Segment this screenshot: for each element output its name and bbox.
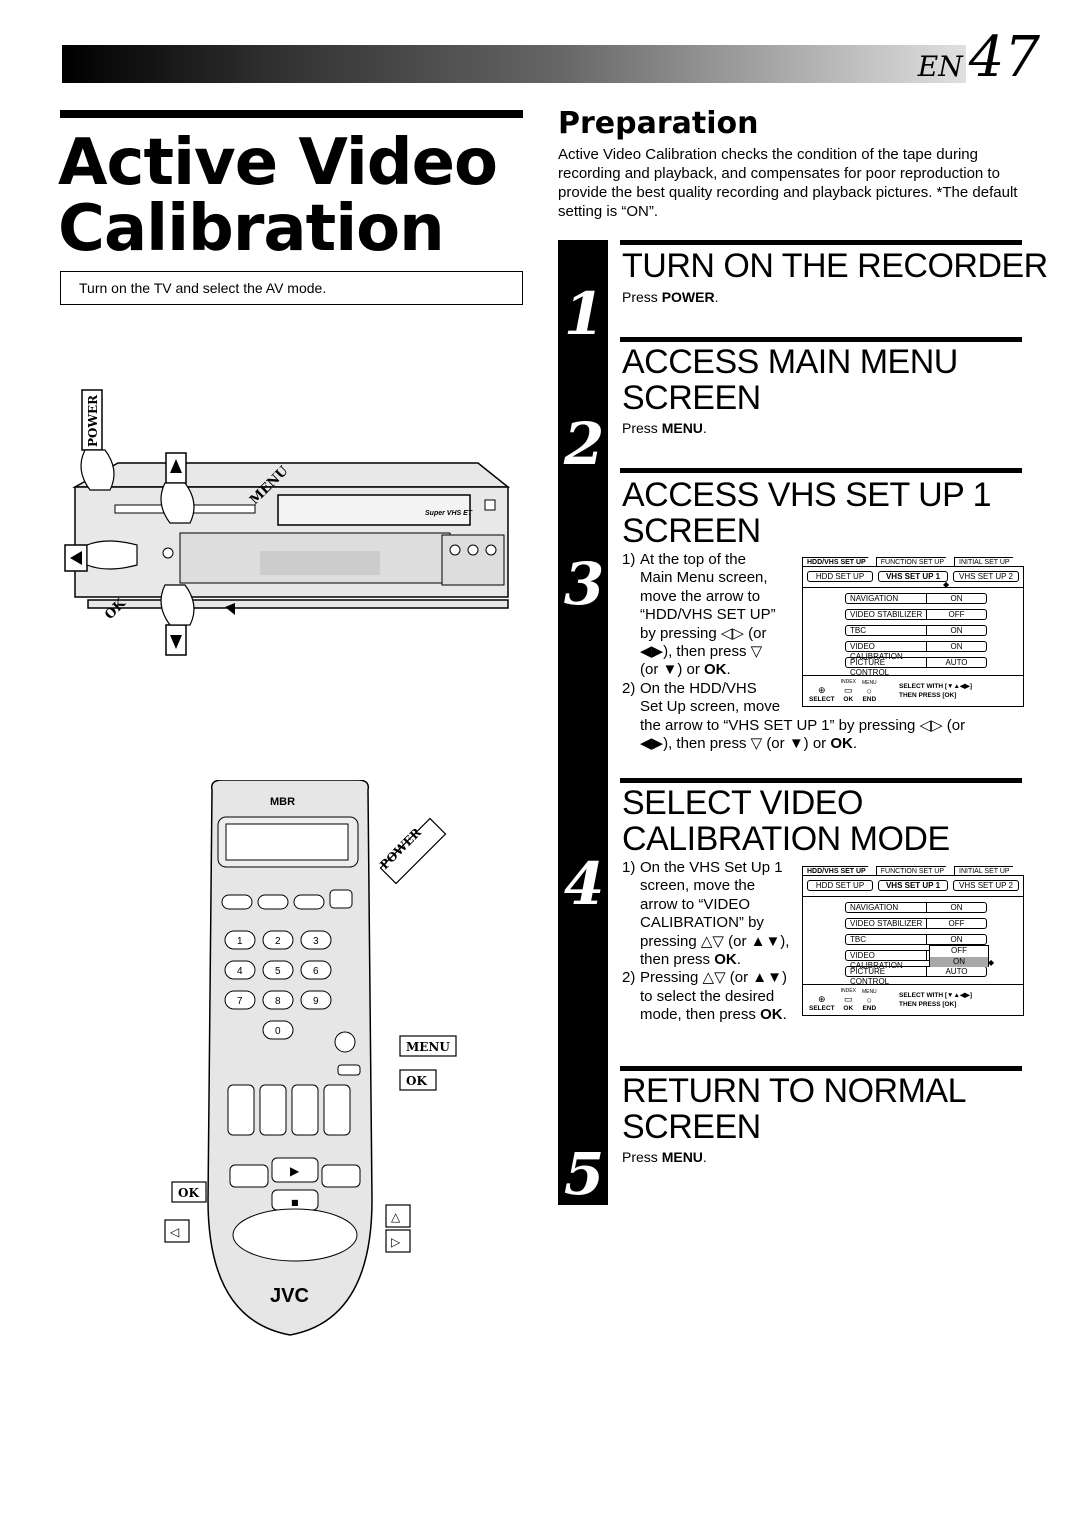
step-4-rule	[620, 778, 1022, 783]
hand-power-icon	[80, 449, 115, 491]
osd-row: VIDEO STABILIZER OFF	[845, 609, 987, 620]
remote-power-button	[329, 889, 353, 909]
osd-row: VIDEO STABILIZER OFF	[845, 918, 987, 929]
keypad-label-2: 2	[275, 936, 281, 947]
step-5-instruction: Press MENU.	[622, 1149, 707, 1165]
step-number-bar	[558, 240, 608, 1205]
step-5-heading: RETURN TO NORMAL SCREEN	[622, 1072, 967, 1146]
step-2-heading: ACCESS MAIN MENU SCREEN	[622, 343, 958, 417]
step-4-list: 1) On the VHS Set Up 1 screen, move the ar…	[622, 859, 789, 1025]
jack-video	[449, 544, 461, 556]
menu-key-icon: ○	[866, 686, 873, 696]
remote-dpad	[232, 1208, 358, 1262]
page-number-value: 47	[968, 25, 1040, 90]
remote-lcd	[225, 823, 349, 861]
menu-key-label: MENU	[661, 420, 703, 436]
model-label: Super VHS ET	[425, 510, 473, 517]
osd-screen-video-calibration: HDD/VHS SET UP FUNCTION SET UP INITIAL S…	[802, 866, 1024, 1016]
osd-row: PICTURE CONTROL AUTO	[845, 657, 987, 677]
step-number-4: 4	[563, 850, 605, 918]
step-1-rule	[620, 240, 1022, 245]
remote-illustration: MBR 1 2 34 5 67 8 90 ▶ ■ JVC POWER MENU OK OK …	[164, 780, 457, 1336]
remote-ok-top-button	[337, 1064, 361, 1076]
osd-option-popup: OFF ON	[929, 945, 989, 967]
title-rule	[60, 110, 523, 118]
step-number-5: 5	[563, 1140, 605, 1208]
preparation-body: Active Video Calibration checks the cond…	[558, 146, 1018, 220]
dpad-icon: ⊕	[818, 685, 826, 695]
step-4-heading: SELECT VIDEO CALIBRATION MODE	[622, 784, 950, 858]
step-number-3: 3	[563, 550, 605, 618]
keypad-label-1: 1	[237, 936, 243, 947]
display-window	[260, 551, 380, 575]
osd-row: NAVIGATION ON	[845, 593, 987, 604]
osd-row: VIDEO CALIBRATIONON	[845, 641, 987, 661]
header-gradient-band	[62, 45, 966, 83]
av-input-panel	[441, 534, 505, 586]
page-number: EN 47	[918, 30, 1040, 86]
remote-ok-callout: OK	[406, 1074, 427, 1088]
osd-row: TBC ON	[845, 934, 987, 945]
step-3-heading: ACCESS VHS SET UP 1 SCREEN	[622, 476, 992, 550]
menu-key-label: MENU	[661, 1149, 703, 1165]
remote-menu-callout: MENU	[406, 1040, 450, 1054]
keypad-label-5: 5	[275, 966, 281, 977]
preparation-heading: Preparation	[558, 106, 759, 141]
remote-brand: JVC	[270, 1285, 309, 1307]
power-key-label: POWER	[661, 289, 715, 305]
step-3-rule	[620, 468, 1022, 473]
hand-up-icon	[160, 482, 195, 524]
jack-audio-r	[485, 544, 497, 556]
step-4-item-1: 1) On the VHS Set Up 1 screen, move the ar…	[622, 859, 790, 969]
title-line-2: Calibration	[58, 192, 445, 266]
osd-cursor-icon: ◆	[988, 958, 995, 967]
jack-audio-l	[467, 544, 479, 556]
keypad-label-7: 7	[237, 996, 243, 1007]
step-4-item-2: 2) Pressing △▽ (or ▲▼) to select the desi…	[622, 969, 787, 1024]
recorder-illustration: Super VHS ET POWER MENU OK	[64, 389, 511, 656]
step-2-instruction: Press MENU.	[622, 420, 707, 436]
page-title: Active Video Calibration	[58, 130, 528, 262]
osd-row: PICTURE CONTROL AUTO	[845, 966, 987, 986]
play-icon: ▶	[290, 1164, 300, 1178]
recorder-top	[72, 462, 511, 488]
osd-subtab-vhs1: VHS SET UP 1	[878, 571, 948, 582]
osd-screen-vhs-setup: HDD/VHS SET UP FUNCTION SET UP INITIAL S…	[802, 557, 1024, 707]
osd-row: NAVIGATION ON	[845, 902, 987, 913]
remote-menu-button	[334, 1031, 356, 1053]
step-1-instruction: Press POWER.	[622, 289, 719, 305]
remote-ok-left-callout: OK	[178, 1186, 199, 1200]
hand-down-icon	[160, 584, 195, 626]
step-number-1: 1	[563, 280, 605, 348]
ok-button	[162, 547, 174, 559]
osd-option-on-selected: ON	[930, 956, 988, 967]
ok-key-icon: ▭	[844, 685, 853, 695]
keypad-label-9: 9	[313, 996, 319, 1007]
recorder-base	[87, 599, 509, 609]
eject-button	[484, 499, 496, 511]
keypad-label-0: 0	[275, 1026, 281, 1037]
power-callout: POWER	[86, 394, 100, 447]
up-triangle-icon: △	[391, 1210, 401, 1224]
keypad-label-3: 3	[313, 936, 319, 947]
osd-option-off: OFF	[951, 946, 967, 955]
osd-subtab-hdd: HDD SET UP	[807, 571, 873, 582]
step-1-heading: TURN ON THE RECORDER	[622, 247, 1048, 285]
keypad-label-8: 8	[275, 996, 281, 1007]
step-5-rule	[620, 1066, 1022, 1071]
language-label: EN	[917, 50, 963, 83]
hand-left-icon	[86, 540, 138, 570]
tv-note-box: Turn on the TV and select the AV mode.	[60, 271, 523, 305]
remote-logo: MBR	[270, 796, 295, 808]
title-line-1: Active Video	[58, 126, 498, 200]
keypad-label-4: 4	[237, 966, 243, 977]
step-number-2: 2	[563, 410, 605, 478]
stop-icon: ■	[291, 1198, 299, 1207]
osd-subtab-vhs2: VHS SET UP 2	[953, 571, 1019, 582]
right-triangle-icon: ▷	[391, 1235, 401, 1249]
osd-row: TBC ON	[845, 625, 987, 636]
left-triangle-icon: ◁	[169, 1225, 179, 1239]
step-2-rule	[620, 337, 1022, 342]
keypad-label-6: 6	[313, 966, 319, 977]
